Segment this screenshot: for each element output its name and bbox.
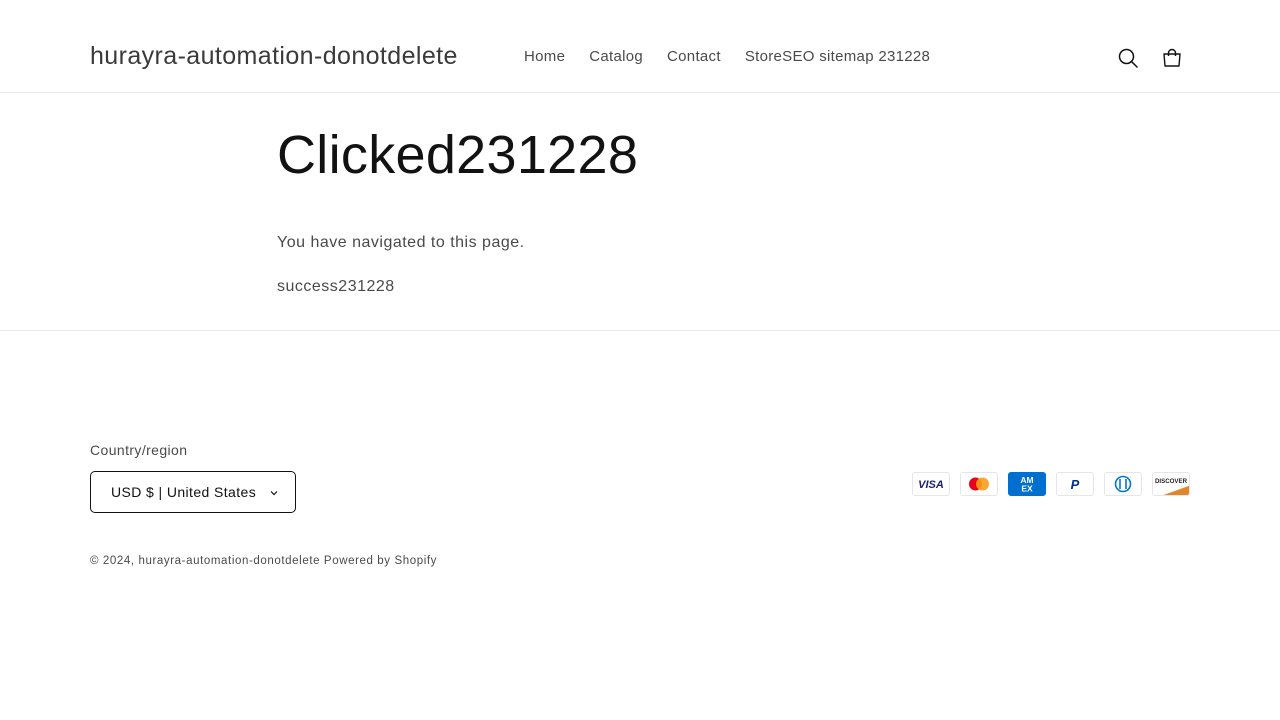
search-icon — [1118, 48, 1138, 68]
visa-icon: VISA — [912, 472, 950, 496]
svg-text:EX: EX — [1021, 484, 1033, 494]
site-header: hurayra-automation-donotdelete Home Cata… — [0, 0, 1280, 93]
nav-link-home[interactable]: Home — [512, 48, 577, 65]
amex-icon: AM EX — [1008, 472, 1046, 496]
page-body: You have navigated to this page. success… — [277, 232, 1003, 298]
paypal-icon: P — [1056, 472, 1094, 496]
main-nav: Home Catalog Contact StoreSEO sitemap 23… — [512, 48, 942, 65]
search-button[interactable] — [1106, 36, 1150, 80]
cart-button[interactable] — [1150, 36, 1194, 80]
mastercard-icon — [960, 472, 998, 496]
nav-link-storeseo-sitemap[interactable]: StoreSEO sitemap 231228 — [733, 48, 942, 65]
svg-text:P: P — [1071, 477, 1080, 492]
chevron-down-icon — [270, 491, 278, 496]
payment-icons: VISA AM EX P DISCOVER — [912, 472, 1190, 496]
copyright-prefix: © 2024, — [90, 555, 135, 567]
country-region-label: Country/region — [90, 442, 188, 458]
copyright-text: © 2024, hurayra-automation-donotdelete P… — [90, 555, 437, 567]
copyright-store-link[interactable]: hurayra-automation-donotdelete — [138, 555, 320, 567]
body-paragraph: You have navigated to this page. — [277, 234, 525, 251]
page-title: Clicked231228 — [277, 125, 639, 185]
svg-text:VISA: VISA — [918, 479, 944, 491]
footer-divider — [0, 330, 1280, 331]
powered-by-shopify-link[interactable]: Powered by Shopify — [324, 555, 437, 567]
cart-icon — [1163, 48, 1181, 67]
page-content: Clicked231228 You have navigated to this… — [277, 122, 1003, 295]
country-select-value: USD $ | United States — [111, 484, 257, 500]
discover-icon: DISCOVER — [1152, 472, 1190, 496]
svg-text:DISCOVER: DISCOVER — [1155, 478, 1188, 485]
nav-link-contact[interactable]: Contact — [655, 48, 733, 65]
body-paragraph: success231228 — [277, 278, 395, 295]
country-region-select[interactable]: USD $ | United States — [90, 471, 296, 513]
nav-link-catalog[interactable]: Catalog — [577, 48, 655, 65]
diners-club-icon — [1104, 472, 1142, 496]
store-logo-link[interactable]: hurayra-automation-donotdelete — [90, 42, 458, 71]
